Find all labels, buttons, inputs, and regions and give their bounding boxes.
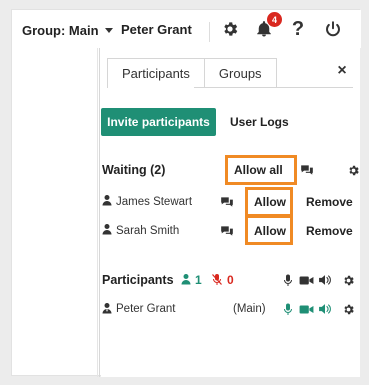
- current-user-name: Peter Grant: [121, 22, 192, 37]
- mic-off-icon: [211, 273, 223, 289]
- column-divider: [99, 48, 100, 377]
- allow-all-highlight: [225, 155, 297, 185]
- power-icon: [326, 21, 340, 37]
- mic-icon[interactable]: [281, 272, 295, 288]
- participants-panel: Participants Groups × Invite participant…: [101, 48, 360, 377]
- gear-icon: [343, 275, 354, 285]
- chat-icon[interactable]: [299, 162, 315, 178]
- participants-title: Participants: [102, 273, 174, 287]
- speaker-icon[interactable]: [317, 272, 333, 288]
- participant-settings-button[interactable]: [340, 301, 356, 317]
- gear-icon: [343, 304, 354, 314]
- user-logs-link[interactable]: User Logs: [230, 115, 289, 129]
- muted-count: 0: [227, 273, 234, 287]
- tab-groups[interactable]: Groups: [204, 58, 277, 88]
- participant-name: Peter Grant: [116, 303, 176, 315]
- power-button[interactable]: [322, 18, 344, 40]
- divider: [209, 22, 210, 42]
- allow-highlight: [245, 187, 293, 217]
- waiting-title: Waiting (2): [102, 163, 166, 177]
- video-camera-icon[interactable]: [297, 301, 315, 317]
- left-column: [12, 48, 98, 377]
- participants-header: Participants 1 0: [101, 268, 360, 292]
- user-icon: [101, 223, 113, 238]
- host-user-icon: [101, 302, 113, 317]
- waiting-person-name: James Stewart: [116, 196, 193, 208]
- close-icon[interactable]: ×: [334, 63, 350, 79]
- waiting-row: James Stewart Allow Remove: [101, 190, 360, 214]
- settings-button[interactable]: [219, 18, 241, 40]
- help-button[interactable]: ?: [287, 18, 309, 40]
- remove-button[interactable]: Remove: [306, 195, 353, 209]
- active-tab-gap: [108, 87, 194, 88]
- waiting-settings-button[interactable]: [345, 162, 361, 178]
- remove-button[interactable]: Remove: [306, 224, 353, 238]
- chevron-down-icon: [104, 27, 113, 33]
- participants-settings-button[interactable]: [340, 272, 356, 288]
- allow-highlight: [245, 215, 293, 245]
- participant-row: Peter Grant (Main): [101, 297, 360, 321]
- chat-icon[interactable]: [219, 223, 235, 239]
- waiting-person-name: Sarah Smith: [116, 225, 180, 237]
- waiting-row: Sarah Smith Allow Remove: [101, 219, 360, 243]
- mic-icon[interactable]: [281, 301, 295, 317]
- participant-group: (Main): [233, 303, 266, 315]
- speaker-icon[interactable]: [317, 301, 333, 317]
- gear-icon: [224, 22, 238, 36]
- group-selector[interactable]: Group: Main: [22, 20, 113, 40]
- user-online-icon: [180, 273, 192, 288]
- question-icon: ?: [291, 17, 305, 40]
- chat-icon[interactable]: [219, 194, 235, 210]
- group-label: Group: Main: [22, 22, 99, 38]
- app-window: Group: Main Peter Grant 4 ? Participants…: [11, 9, 361, 377]
- video-camera-icon[interactable]: [297, 272, 315, 288]
- online-count: 1: [195, 273, 202, 287]
- tab-participants[interactable]: Participants: [107, 58, 205, 88]
- top-bar: Group: Main Peter Grant 4 ?: [12, 10, 361, 48]
- notification-badge: 4: [267, 12, 282, 27]
- invite-participants-button[interactable]: Invite participants: [101, 108, 216, 136]
- gear-icon: [348, 165, 359, 175]
- panel-tabs: Participants Groups: [107, 58, 277, 88]
- notifications-button[interactable]: 4: [253, 12, 282, 40]
- user-icon: [101, 194, 113, 209]
